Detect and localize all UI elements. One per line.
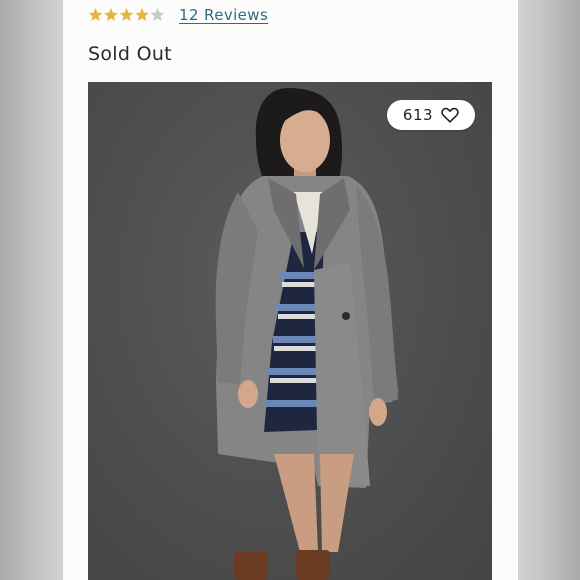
legs: [274, 454, 354, 552]
star-rating: [88, 7, 165, 23]
model-illustration: [215, 88, 398, 580]
star-icon: [119, 8, 134, 21]
like-count: 613: [402, 106, 434, 124]
star-icons: [88, 8, 165, 21]
heart-outline-icon: [441, 107, 459, 123]
coat-button: [342, 312, 350, 320]
star-empty-icon: [150, 8, 165, 21]
stock-status: Sold Out: [88, 43, 172, 65]
hand-left: [238, 380, 258, 408]
star-icon: [88, 8, 103, 21]
hand-right: [369, 398, 387, 426]
reviews-link[interactable]: 12 Reviews: [179, 6, 268, 24]
star-icon: [135, 8, 149, 21]
product-photo[interactable]: 613: [88, 82, 492, 580]
like-button[interactable]: 613: [387, 100, 475, 130]
boot-right: [296, 550, 330, 580]
boot-left: [234, 552, 268, 580]
product-card: 12 Reviews Sold Out 613: [63, 0, 518, 580]
star-icon: [104, 8, 118, 21]
rating-row: 12 Reviews: [88, 4, 268, 26]
